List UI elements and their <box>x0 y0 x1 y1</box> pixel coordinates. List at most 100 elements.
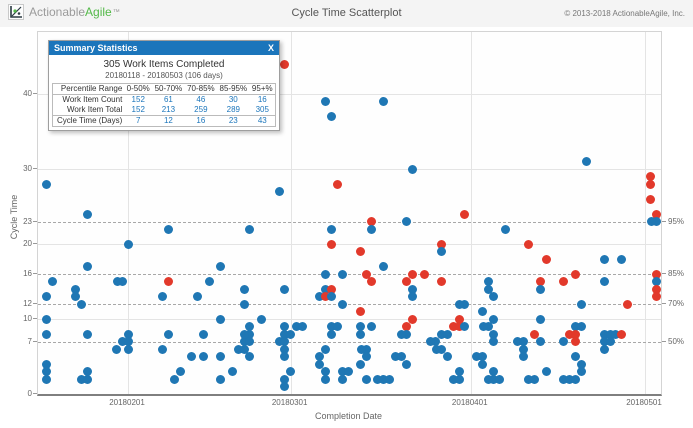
work-item-dot[interactable] <box>460 322 469 331</box>
work-item-dot[interactable] <box>489 292 498 301</box>
work-item-dot[interactable] <box>42 180 51 189</box>
work-item-dot[interactable] <box>437 247 446 256</box>
work-item-dot[interactable] <box>577 367 586 376</box>
work-item-dot[interactable] <box>286 367 295 376</box>
work-item-dot[interactable] <box>356 247 365 256</box>
work-item-dot[interactable] <box>501 225 510 234</box>
close-icon[interactable]: X <box>268 43 274 53</box>
work-item-dot[interactable] <box>193 292 202 301</box>
work-item-dot[interactable] <box>455 300 464 309</box>
work-item-dot[interactable] <box>124 345 133 354</box>
work-item-dot[interactable] <box>646 180 655 189</box>
work-item-dot[interactable] <box>327 240 336 249</box>
work-item-dot[interactable] <box>333 322 342 331</box>
work-item-dot[interactable] <box>362 375 371 384</box>
work-item-dot[interactable] <box>338 300 347 309</box>
work-item-dot[interactable] <box>542 367 551 376</box>
work-item-dot[interactable] <box>646 195 655 204</box>
work-item-dot[interactable] <box>42 330 51 339</box>
work-item-dot[interactable] <box>327 225 336 234</box>
work-item-dot[interactable] <box>478 360 487 369</box>
work-item-dot[interactable] <box>652 292 661 301</box>
work-item-dot[interactable] <box>367 322 376 331</box>
work-item-dot[interactable] <box>48 277 57 286</box>
work-item-dot[interactable] <box>338 375 347 384</box>
work-item-dot[interactable] <box>536 315 545 324</box>
work-item-dot[interactable] <box>420 270 429 279</box>
work-item-dot[interactable] <box>321 270 330 279</box>
work-item-dot[interactable] <box>228 367 237 376</box>
work-item-dot[interactable] <box>216 352 225 361</box>
work-item-dot[interactable] <box>83 330 92 339</box>
work-item-dot[interactable] <box>617 255 626 264</box>
work-item-dot[interactable] <box>536 337 545 346</box>
work-item-dot[interactable] <box>379 97 388 106</box>
work-item-dot[interactable] <box>257 315 266 324</box>
work-item-dot[interactable] <box>344 367 353 376</box>
work-item-dot[interactable] <box>600 345 609 354</box>
work-item-dot[interactable] <box>187 352 196 361</box>
work-item-dot[interactable] <box>559 277 568 286</box>
work-item-dot[interactable] <box>408 292 417 301</box>
work-item-dot[interactable] <box>170 375 179 384</box>
work-item-dot[interactable] <box>240 300 249 309</box>
work-item-dot[interactable] <box>298 322 307 331</box>
work-item-dot[interactable] <box>571 270 580 279</box>
work-item-dot[interactable] <box>199 330 208 339</box>
work-item-dot[interactable] <box>158 292 167 301</box>
work-item-dot[interactable] <box>42 375 51 384</box>
work-item-dot[interactable] <box>582 157 591 166</box>
work-item-dot[interactable] <box>164 277 173 286</box>
work-item-dot[interactable] <box>176 367 185 376</box>
work-item-dot[interactable] <box>275 187 284 196</box>
work-item-dot[interactable] <box>42 292 51 301</box>
work-item-dot[interactable] <box>327 112 336 121</box>
work-item-dot[interactable] <box>164 330 173 339</box>
work-item-dot[interactable] <box>280 285 289 294</box>
work-item-dot[interactable] <box>77 300 86 309</box>
work-item-dot[interactable] <box>617 330 626 339</box>
work-item-dot[interactable] <box>113 277 122 286</box>
work-item-dot[interactable] <box>495 375 504 384</box>
work-item-dot[interactable] <box>397 330 406 339</box>
work-item-dot[interactable] <box>408 165 417 174</box>
work-item-dot[interactable] <box>333 180 342 189</box>
work-item-dot[interactable] <box>437 277 446 286</box>
work-item-dot[interactable] <box>432 345 441 354</box>
work-item-dot[interactable] <box>379 262 388 271</box>
work-item-dot[interactable] <box>321 375 330 384</box>
work-item-dot[interactable] <box>367 277 376 286</box>
work-item-dot[interactable] <box>623 300 632 309</box>
work-item-dot[interactable] <box>524 240 533 249</box>
work-item-dot[interactable] <box>356 360 365 369</box>
work-item-dot[interactable] <box>205 277 214 286</box>
work-item-dot[interactable] <box>460 210 469 219</box>
work-item-dot[interactable] <box>216 262 225 271</box>
work-item-dot[interactable] <box>240 285 249 294</box>
work-item-dot[interactable] <box>479 322 488 331</box>
work-item-dot[interactable] <box>216 375 225 384</box>
work-item-dot[interactable] <box>245 337 254 346</box>
work-item-dot[interactable] <box>164 225 173 234</box>
work-item-dot[interactable] <box>362 352 371 361</box>
work-item-dot[interactable] <box>536 285 545 294</box>
work-item-dot[interactable] <box>489 337 498 346</box>
work-item-dot[interactable] <box>327 330 336 339</box>
work-item-dot[interactable] <box>402 360 411 369</box>
work-item-dot[interactable] <box>321 345 330 354</box>
work-item-dot[interactable] <box>124 240 133 249</box>
work-item-dot[interactable] <box>356 307 365 316</box>
work-item-dot[interactable] <box>455 375 464 384</box>
work-item-dot[interactable] <box>408 270 417 279</box>
work-item-dot[interactable] <box>489 315 498 324</box>
work-item-dot[interactable] <box>280 60 289 69</box>
work-item-dot[interactable] <box>216 315 225 324</box>
work-item-dot[interactable] <box>280 352 289 361</box>
work-item-dot[interactable] <box>519 352 528 361</box>
work-item-dot[interactable] <box>83 262 92 271</box>
work-item-dot[interactable] <box>199 352 208 361</box>
work-item-dot[interactable] <box>280 382 289 391</box>
work-item-dot[interactable] <box>245 225 254 234</box>
work-item-dot[interactable] <box>402 217 411 226</box>
work-item-dot[interactable] <box>600 255 609 264</box>
